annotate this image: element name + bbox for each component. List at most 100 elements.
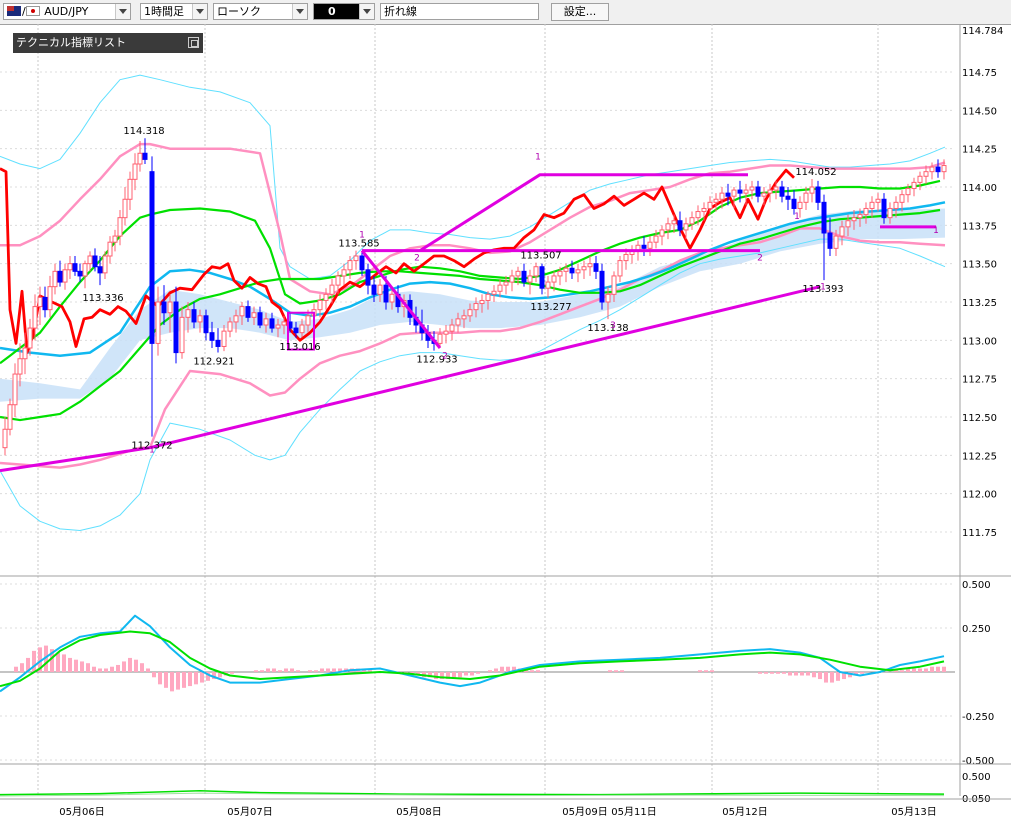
candle-down: [737, 189, 743, 194]
candle-up: [467, 309, 473, 317]
chart-style-value: ローソク: [217, 5, 261, 18]
candle-down: [72, 263, 78, 272]
candle-up: [527, 275, 533, 283]
candle-up: [563, 267, 569, 272]
candle-up: [647, 241, 653, 249]
macd-histogram-bar: [698, 670, 702, 672]
candle-up: [52, 270, 58, 288]
macd-histogram-bar: [230, 672, 234, 674]
date-axis-label: 05月06日: [59, 806, 104, 818]
candle-down: [779, 186, 785, 197]
macd-line: [0, 614, 945, 693]
candle-down: [821, 201, 827, 234]
candle-down: [142, 152, 148, 160]
australia-flag-icon: [7, 6, 21, 16]
candle-down: [42, 296, 48, 311]
candle-up: [167, 301, 173, 314]
candle-up: [809, 186, 815, 194]
macd-histogram-bar: [254, 670, 258, 672]
candle-up: [449, 324, 455, 332]
bollinger-outer-lower-line: [0, 238, 946, 531]
macd-histogram-bar: [818, 672, 822, 680]
technical-indicator-list-panel[interactable]: テクニカル指標リスト: [13, 33, 203, 53]
candle-up: [479, 299, 485, 305]
symbol-value: AUD/JPY: [44, 5, 89, 18]
candle-up: [911, 181, 917, 190]
price-tick-label: 114.25: [962, 145, 997, 156]
chart-style-select[interactable]: ローソク: [213, 3, 308, 20]
macd-histogram-bar: [104, 668, 108, 672]
candle-down: [245, 306, 251, 318]
candle-up: [82, 263, 88, 277]
price-top-tick-label: 114.784: [962, 26, 1003, 37]
candle-up: [509, 275, 515, 283]
candle-down: [539, 266, 545, 289]
price-tick-label: 112.50: [962, 413, 997, 424]
japan-flag-icon: [25, 6, 40, 16]
macd-histogram-bar: [824, 672, 828, 683]
candle-up: [17, 358, 23, 375]
candle-up: [863, 207, 869, 216]
candle-up: [443, 330, 449, 335]
restore-icon[interactable]: [188, 37, 199, 48]
macd-histogram-bar: [110, 666, 114, 672]
macd-histogram-bar: [278, 670, 282, 672]
chart-canvas[interactable]: 114.318113.336112.921112.372113.585113.0…: [0, 24, 1011, 819]
price-annotation-label: 114.052: [795, 167, 836, 178]
candle-down: [173, 301, 179, 354]
price-tick-label: 112.75: [962, 375, 997, 386]
macd-histogram-bar: [32, 650, 36, 672]
candle-up: [239, 306, 245, 317]
wave-count-label: 2: [757, 254, 763, 264]
candle-down: [191, 309, 197, 323]
candle-up: [875, 198, 881, 203]
macd-histogram-bar: [452, 672, 456, 678]
timeframe-select[interactable]: 1時間足: [140, 3, 208, 20]
candle-up: [683, 223, 689, 231]
macd-histogram-bar: [332, 668, 336, 672]
candle-up: [281, 321, 287, 326]
candle-up: [623, 253, 629, 262]
candle-up: [797, 201, 803, 209]
candle-up: [473, 303, 479, 311]
macd-histogram-bar: [188, 672, 192, 687]
candle-up: [347, 260, 353, 271]
bollinger-lower-line: [0, 227, 946, 469]
macd-histogram-bar: [776, 672, 780, 674]
macd-histogram-bar: [918, 668, 922, 672]
settings-button[interactable]: 設定...: [551, 3, 609, 21]
macd-histogram-bar: [836, 672, 840, 681]
candle-up: [112, 235, 118, 243]
macd-histogram-bar: [764, 672, 768, 674]
candle-down: [383, 284, 389, 303]
line-tool-field[interactable]: 折れ線: [380, 3, 539, 20]
candle-up: [743, 189, 749, 194]
candle-up: [263, 318, 269, 326]
price-tick-label: 111.75: [962, 528, 997, 539]
macd-histogram-bar: [812, 672, 816, 678]
candle-up: [917, 175, 923, 183]
macd-histogram-bar: [146, 668, 150, 672]
macd-histogram-bar: [182, 672, 186, 688]
candle-down: [203, 315, 209, 334]
macd-histogram-bar: [794, 672, 798, 676]
macd-histogram-bar: [464, 672, 468, 676]
candle-up: [905, 188, 911, 196]
candle-up: [773, 186, 779, 191]
candle-down: [359, 255, 365, 271]
wave-count-label: 1: [535, 152, 541, 162]
candle-up: [857, 214, 863, 219]
candle-up: [317, 299, 323, 311]
date-axis-label: 05月08日: [396, 806, 441, 818]
color-select[interactable]: 0: [313, 3, 375, 20]
candle-up: [887, 207, 893, 219]
macd-histogram-bar: [930, 666, 934, 672]
price-tick-label: 113.50: [962, 260, 997, 271]
timeframe-value: 1時間足: [144, 5, 184, 18]
macd-histogram-bar: [806, 672, 810, 676]
macd-histogram-bar: [62, 654, 66, 672]
macd-histogram-bar: [530, 670, 534, 672]
symbol-select[interactable]: / AUD/JPY: [3, 3, 131, 20]
macd-histogram-bar: [458, 672, 462, 678]
candle-up: [485, 293, 491, 301]
